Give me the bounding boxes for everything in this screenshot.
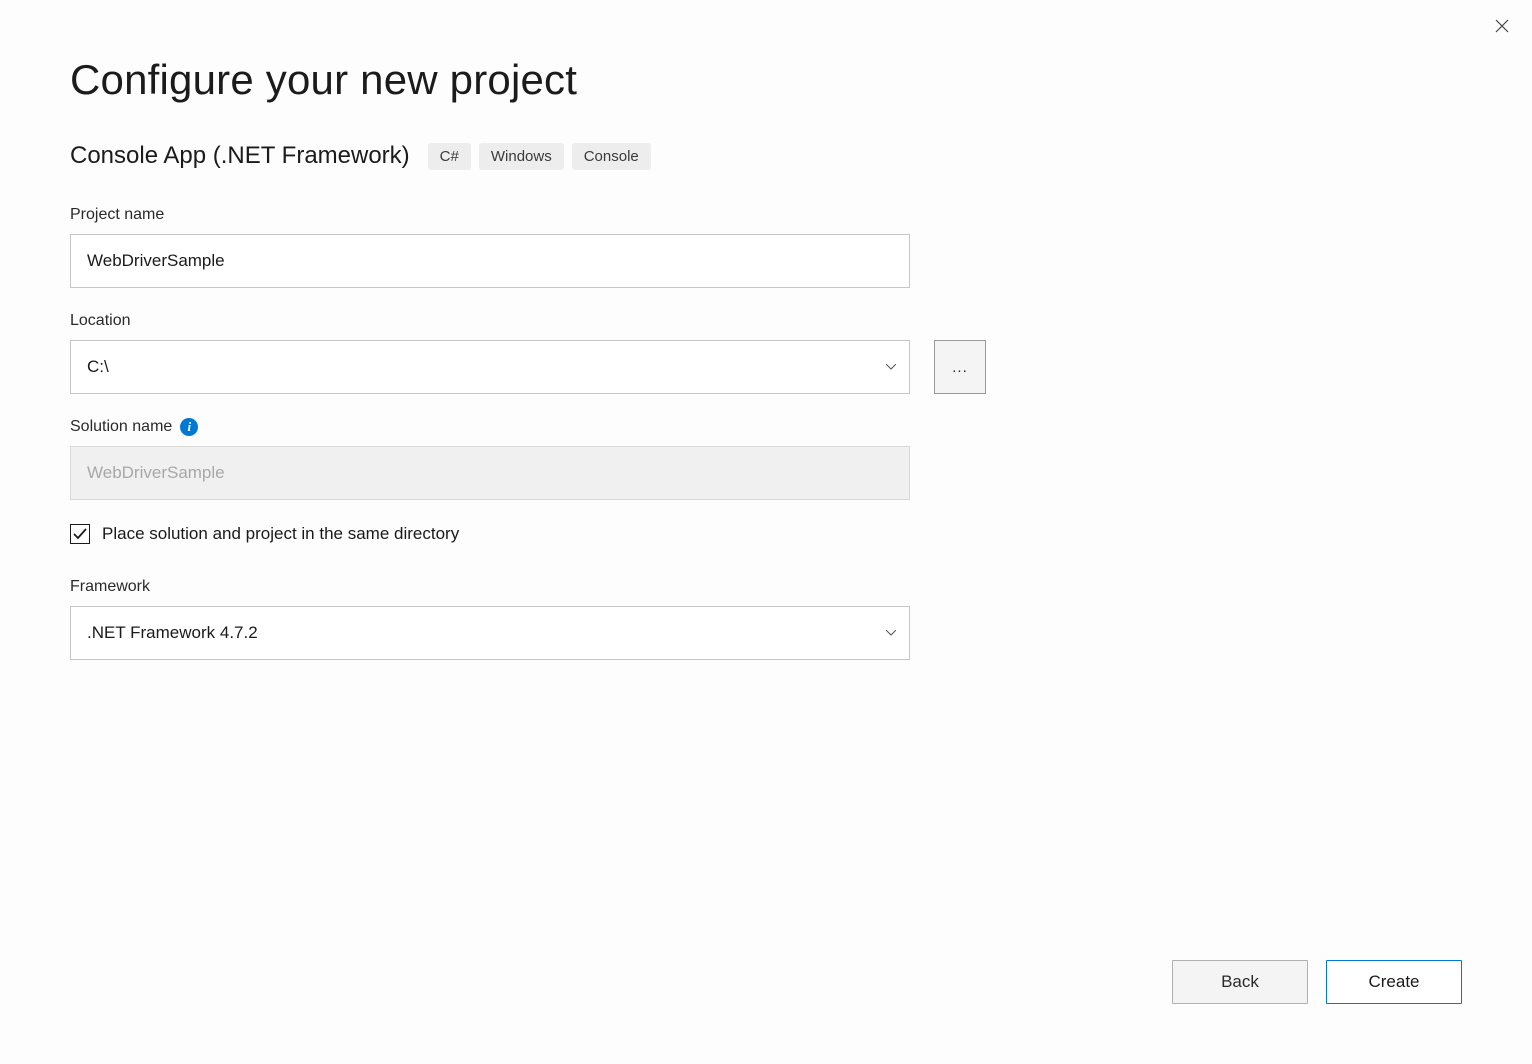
framework-group: Framework .NET Framework 4.7.2 <box>70 578 1462 660</box>
framework-combo[interactable]: .NET Framework 4.7.2 <box>70 606 910 660</box>
project-name-input[interactable] <box>70 234 910 288</box>
create-button[interactable]: Create <box>1326 960 1462 1004</box>
close-button[interactable] <box>1490 14 1514 38</box>
page-title: Configure your new project <box>70 56 1462 104</box>
framework-label: Framework <box>70 578 1462 596</box>
location-group: Location C:\ ... <box>70 312 1462 394</box>
footer: Back Create <box>1172 960 1462 1004</box>
check-icon <box>73 528 87 540</box>
tag-windows: Windows <box>479 143 564 170</box>
location-label: Location <box>70 312 1462 330</box>
info-icon[interactable]: i <box>180 418 198 436</box>
solution-name-group: Solution name i <box>70 418 1462 500</box>
same-directory-row: Place solution and project in the same d… <box>70 524 1462 544</box>
project-name-label: Project name <box>70 206 1462 224</box>
solution-name-label: Solution name <box>70 418 172 436</box>
template-tags: C# Windows Console <box>428 143 651 170</box>
tag-csharp: C# <box>428 143 471 170</box>
template-name: Console App (.NET Framework) <box>70 142 410 170</box>
solution-name-input <box>70 446 910 500</box>
same-directory-checkbox[interactable] <box>70 524 90 544</box>
same-directory-label[interactable]: Place solution and project in the same d… <box>102 524 459 544</box>
close-icon <box>1495 19 1509 33</box>
browse-button[interactable]: ... <box>934 340 986 394</box>
framework-value: .NET Framework 4.7.2 <box>87 623 258 642</box>
location-combo[interactable]: C:\ <box>70 340 910 394</box>
back-button[interactable]: Back <box>1172 960 1308 1004</box>
location-value: C:\ <box>87 357 109 376</box>
project-name-group: Project name <box>70 206 1462 288</box>
template-row: Console App (.NET Framework) C# Windows … <box>70 142 1462 170</box>
tag-console: Console <box>572 143 651 170</box>
